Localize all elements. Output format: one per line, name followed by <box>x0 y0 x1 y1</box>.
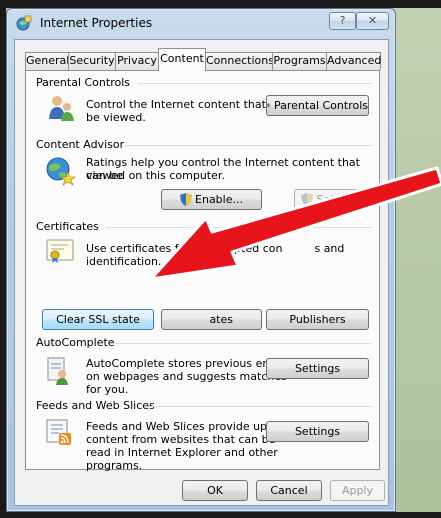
tab-privacy[interactable]: Privacy <box>115 52 159 70</box>
parental-controls-description-2: be viewed. <box>86 111 146 124</box>
internet-properties-window: Internet Properties ? ✕ General Security… <box>6 8 396 512</box>
parental-controls-icon <box>49 96 74 121</box>
autocomplete-description-2: on webpages and suggests matches <box>86 370 287 383</box>
dialog-client-area: General Security Privacy Content Connect… <box>14 39 389 506</box>
apply-button[interactable]: Apply <box>330 480 385 501</box>
parental-controls-button[interactable]: Parental Controls <box>266 95 369 116</box>
content-advisor-icon <box>46 157 76 186</box>
enable-button-label: Enable... <box>195 193 243 206</box>
tab-advanced[interactable]: Advanced <box>326 52 381 70</box>
content-advisor-description-2: viewed on this computer. <box>86 169 225 182</box>
tab-content[interactable]: Content <box>158 48 206 71</box>
content-advisor-settings-label: Settings <box>316 193 362 206</box>
autocomplete-header: AutoComplete <box>36 336 115 349</box>
feeds-icon <box>46 419 71 445</box>
tab-strip: General Security Privacy Content Connect… <box>25 48 385 71</box>
tab-programs[interactable]: Programs <box>272 52 327 70</box>
feeds-settings-button[interactable]: Settings <box>266 421 369 442</box>
uac-shield-icon <box>301 193 314 206</box>
content-tab-panel: Parental Controls Control the Internet c… <box>25 70 380 472</box>
help-button[interactable]: ? <box>329 12 356 30</box>
certificate-icon <box>46 239 74 263</box>
parental-controls-button-label: Parental Controls <box>274 99 368 112</box>
autocomplete-description-1: AutoComplete stores previous entries <box>86 357 294 370</box>
clear-ssl-state-button[interactable]: Clear SSL state <box>42 309 154 330</box>
tab-connections[interactable]: Connections <box>205 52 274 70</box>
screen-edge-bottom <box>0 512 441 518</box>
publishers-button[interactable]: Publishers <box>266 309 369 330</box>
content-advisor-settings-button[interactable]: Settings <box>294 189 369 210</box>
uac-shield-icon <box>180 193 193 206</box>
screen-edge-top <box>0 0 441 8</box>
autocomplete-icon <box>47 357 68 385</box>
tab-security[interactable]: Security <box>68 52 116 70</box>
parental-controls-description-1: Control the Internet content that can <box>86 98 290 111</box>
feeds-description-4: programs. <box>86 459 143 472</box>
feeds-description-2: content from websites that can be <box>86 433 276 446</box>
enable-button[interactable]: Enable... <box>161 189 262 210</box>
group-divider <box>124 145 372 146</box>
content-advisor-header: Content Advisor <box>36 138 125 151</box>
feeds-header: Feeds and Web Slices <box>36 399 155 412</box>
certificates-header: Certificates <box>36 220 99 233</box>
group-divider <box>138 83 372 84</box>
group-divider <box>112 343 372 344</box>
window-title: Internet Properties <box>40 16 153 30</box>
desktop-background <box>392 0 441 518</box>
internet-options-icon <box>16 15 32 31</box>
autocomplete-settings-button[interactable]: Settings <box>266 358 369 379</box>
cancel-button[interactable]: Cancel <box>256 480 322 501</box>
parental-controls-header: Parental Controls <box>36 76 130 89</box>
certificates-description: Use certificates for e pted con s and iden… <box>86 242 345 268</box>
group-divider <box>148 406 372 407</box>
feeds-description-3: read in Internet Explorer and other <box>86 446 278 459</box>
ok-button[interactable]: OK <box>182 480 248 501</box>
group-divider <box>106 227 372 228</box>
title-bar[interactable]: Internet Properties ? ✕ <box>7 9 395 37</box>
uac-shield-icon <box>267 103 271 108</box>
autocomplete-description-3: for you. <box>86 383 129 396</box>
close-button[interactable]: ✕ <box>356 12 389 30</box>
tab-general[interactable]: General <box>25 52 69 70</box>
certificates-button[interactable]: ates <box>161 309 262 330</box>
